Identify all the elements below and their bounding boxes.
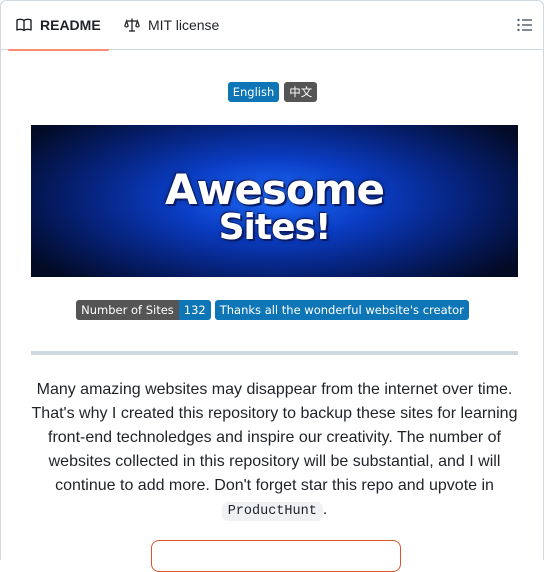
law-scale-icon xyxy=(124,18,140,32)
intro-paragraph: Many amazing websites may disappear from… xyxy=(28,378,521,524)
awesome-sites-banner: Awesome Sites! xyxy=(31,125,518,277)
tab-readme-label: README xyxy=(40,17,101,33)
table-of-contents-icon[interactable] xyxy=(516,16,534,34)
book-icon xyxy=(16,18,32,32)
intro-text: Many amazing websites may disappear from… xyxy=(31,381,518,494)
thanks-badge[interactable]: Thanks all the wonderful website's creat… xyxy=(214,300,469,320)
thanks-badge-text: Thanks all the wonderful website's creat… xyxy=(214,300,469,320)
intro-end: . xyxy=(322,501,328,518)
badge-row: Number of Sites 132 Thanks all the wonde… xyxy=(0,300,545,320)
sites-badge-label: Number of Sites xyxy=(76,300,179,320)
tab-license-label: MIT license xyxy=(148,17,220,33)
english-badge-link[interactable]: English xyxy=(227,82,280,102)
horizontal-rule xyxy=(31,351,518,355)
language-switcher: English 中文 xyxy=(0,82,545,102)
tab-bar: README MIT license xyxy=(0,0,544,51)
sites-badge-count: 132 xyxy=(178,300,211,320)
tab-license[interactable]: MIT license xyxy=(116,0,227,50)
number-of-sites-badge[interactable]: Number of Sites 132 xyxy=(76,300,211,320)
producthunt-code: ProductHunt xyxy=(221,502,323,521)
tab-readme[interactable]: README xyxy=(8,0,109,51)
banner-title-line2: Sites! xyxy=(218,207,332,248)
chinese-badge-link[interactable]: 中文 xyxy=(284,82,318,102)
